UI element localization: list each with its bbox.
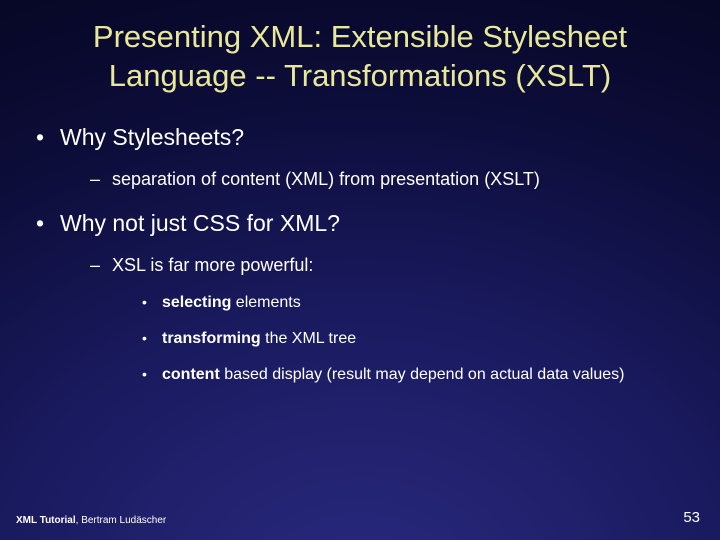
bullet-subsublist: selecting elements transforming the XML … <box>112 294 720 384</box>
bullet-lvl3: selecting elements <box>140 294 720 312</box>
bullet-list: Why Stylesheets? separation of content (… <box>0 124 720 384</box>
bullet-lvl1: Why not just CSS for XML? XSL is far mor… <box>32 210 720 384</box>
bullet-lvl3: content based display (result may depend… <box>140 366 720 384</box>
slide-title: Presenting XML: Extensible Stylesheet La… <box>0 18 720 96</box>
bullet-lvl1-label: Why not just CSS for XML? <box>60 210 340 236</box>
bullet-lvl1: Why Stylesheets? separation of content (… <box>32 124 720 190</box>
bullet-lvl2: separation of content (XML) from present… <box>88 169 720 190</box>
bullet-lvl3-rest: the XML tree <box>261 330 356 347</box>
bullet-sublist: XSL is far more powerful: selecting elem… <box>60 255 720 384</box>
footer-left: XML Tutorial, Bertram Ludäscher <box>16 515 166 526</box>
bullet-lvl2: XSL is far more powerful: selecting elem… <box>88 255 720 384</box>
bullet-lvl3-bold: transforming <box>162 330 261 347</box>
bullet-lvl2-label: XSL is far more powerful: <box>112 255 313 275</box>
page-number: 53 <box>683 509 700 526</box>
bullet-lvl2-label: separation of content (XML) from present… <box>112 169 540 189</box>
slide: Presenting XML: Extensible Stylesheet La… <box>0 0 720 540</box>
footer-left-rest: , Bertram Ludäscher <box>76 515 167 526</box>
bullet-lvl3-rest: elements <box>231 294 300 311</box>
bullet-lvl3: transforming the XML tree <box>140 330 720 348</box>
bullet-lvl1-label: Why Stylesheets? <box>60 124 244 150</box>
footer-left-bold: XML Tutorial <box>16 515 76 526</box>
bullet-lvl3-rest: based display (result may depend on actu… <box>220 366 625 383</box>
bullet-sublist: separation of content (XML) from present… <box>60 169 720 190</box>
bullet-lvl3-bold: content <box>162 366 220 383</box>
bullet-lvl3-bold: selecting <box>162 294 231 311</box>
